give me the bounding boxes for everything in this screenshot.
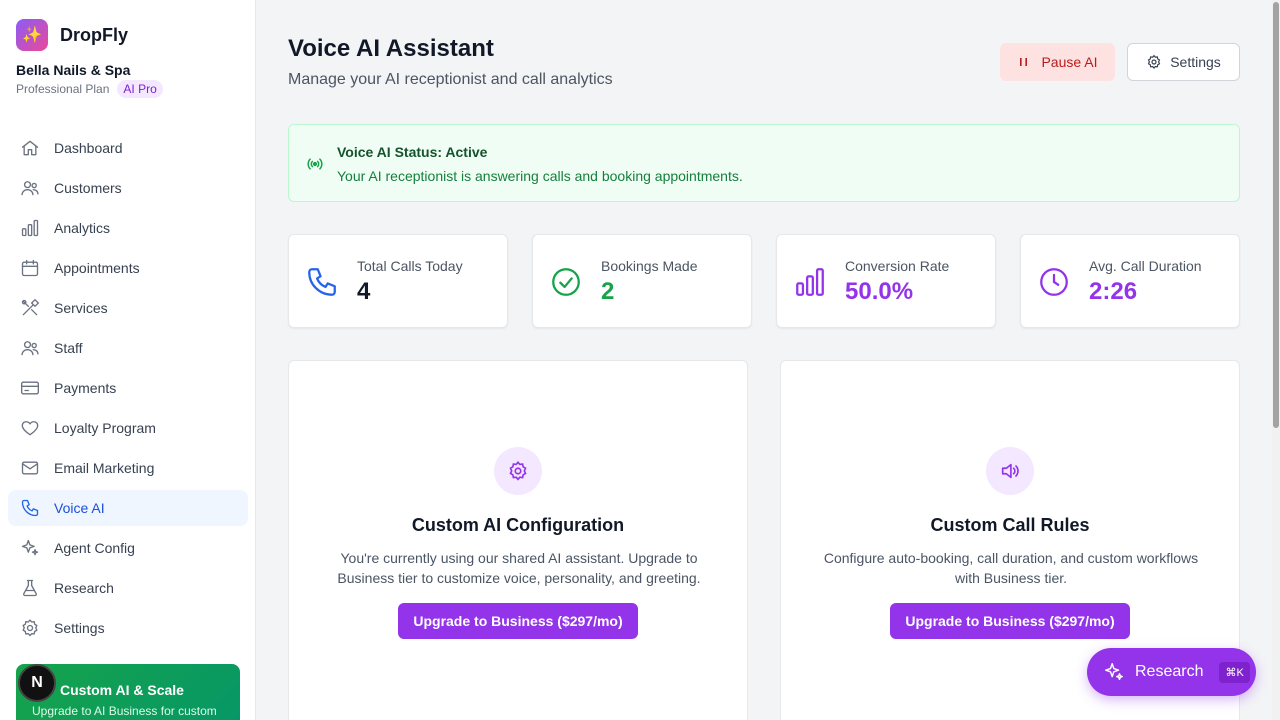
- sidebar-item-label: Settings: [54, 620, 105, 636]
- status-text: Your AI receptionist is answering calls …: [337, 168, 743, 184]
- page-title: Voice AI Assistant: [288, 35, 494, 62]
- brand-name: DropFly: [60, 24, 129, 45]
- stat-value: 2:26: [1089, 278, 1138, 305]
- sidebar-item-payments[interactable]: Payments: [8, 370, 248, 406]
- research-fab-label: Research: [1135, 663, 1204, 680]
- page-subtitle: Manage your AI receptionist and call ana…: [288, 71, 613, 88]
- pause-ai-button[interactable]: Pause AI: [1000, 43, 1115, 81]
- users-icon: [21, 341, 39, 356]
- stat-card-avg-duration: Avg. Call Duration 2:26: [1020, 234, 1240, 328]
- bar-chart-icon: [21, 219, 39, 237]
- gear-icon: [1147, 54, 1161, 69]
- tools-icon: [21, 299, 39, 316]
- stat-value: 50.0%: [845, 278, 914, 305]
- sidebar-item-voice-ai[interactable]: Voice AI: [8, 490, 248, 526]
- business-name: Bella Nails & Spa: [16, 62, 131, 78]
- sidebar-item-research[interactable]: Research: [8, 570, 248, 606]
- sidebar-item-label: Research: [54, 580, 114, 596]
- sidebar-item-label: Payments: [54, 380, 117, 396]
- broadcast-icon: [307, 158, 323, 170]
- sidebar-item-label: Analytics: [54, 220, 111, 236]
- check-circle-icon: [552, 268, 580, 296]
- calendar-icon: [21, 259, 39, 277]
- stat-label: Total Calls Today: [357, 258, 463, 274]
- stat-card-bookings: Bookings Made 2: [532, 234, 752, 328]
- sidebar-item-settings[interactable]: Settings: [8, 610, 248, 646]
- plan-row: Professional Plan AI Pro: [16, 80, 163, 98]
- gear-icon: [22, 619, 38, 637]
- page-scrollbar[interactable]: [1272, 0, 1280, 720]
- feature-description: You're currently using our shared AI ass…: [337, 550, 701, 586]
- sidebar-item-loyalty-program[interactable]: Loyalty Program: [8, 410, 248, 446]
- research-fab-button[interactable]: Research ⌘K: [1087, 648, 1256, 696]
- bar-chart-icon: [796, 268, 824, 296]
- sidebar: ✨ DropFly Bella Nails & Spa Professional…: [0, 0, 256, 720]
- sidebar-item-dashboard[interactable]: Dashboard: [8, 130, 248, 166]
- sidebar-item-email-marketing[interactable]: Email Marketing: [8, 450, 248, 486]
- pause-ai-label: Pause AI: [1041, 54, 1098, 70]
- brand[interactable]: ✨ DropFly: [16, 19, 128, 51]
- feature-card-custom-ai: Custom AI Configuration You're currently…: [288, 360, 748, 720]
- promo-text: Upgrade to AI Business for custom: [32, 704, 217, 718]
- stat-card-conversion-rate: Conversion Rate 50.0%: [776, 234, 996, 328]
- sidebar-item-customers[interactable]: Customers: [8, 170, 248, 206]
- sidebar-item-label: Email Marketing: [54, 460, 155, 476]
- gear-icon: [509, 461, 527, 481]
- feature-icon-wrap: [494, 447, 542, 495]
- speaker-icon: [1001, 463, 1019, 479]
- flask-icon: [23, 579, 37, 597]
- sidebar-item-appointments[interactable]: Appointments: [8, 250, 248, 286]
- stat-label: Conversion Rate: [845, 258, 950, 274]
- sidebar-item-services[interactable]: Services: [8, 290, 248, 326]
- stat-value: 2: [601, 278, 615, 305]
- sidebar-item-analytics[interactable]: Analytics: [8, 210, 248, 246]
- feature-title: Custom AI Configuration: [411, 515, 625, 535]
- phone-icon: [308, 268, 336, 296]
- sidebar-item-label: Services: [54, 300, 108, 316]
- stat-card-total-calls: Total Calls Today 4: [288, 234, 508, 328]
- shortcut-hint: ⌘K: [1219, 661, 1250, 683]
- credit-card-icon: [21, 381, 39, 395]
- sidebar-item-label: Loyalty Program: [54, 420, 156, 436]
- stat-label: Bookings Made: [601, 258, 698, 274]
- scrollbar-thumb[interactable]: [1273, 2, 1279, 428]
- sidebar-item-staff[interactable]: Staff: [8, 330, 248, 366]
- clock-icon: [1040, 268, 1068, 296]
- settings-label: Settings: [1170, 54, 1221, 70]
- mail-icon: [21, 461, 39, 475]
- upgrade-business-button[interactable]: Upgrade to Business ($297/mo): [398, 603, 638, 639]
- home-icon: [21, 140, 39, 156]
- sidebar-nav: Dashboard Customers Analytics Appointmen…: [8, 130, 248, 650]
- users-icon: [21, 181, 39, 196]
- sidebar-item-label: Customers: [54, 180, 122, 196]
- plan-badge: AI Pro: [117, 80, 163, 98]
- voice-ai-status-banner: Voice AI Status: Active Your AI receptio…: [288, 124, 1240, 202]
- feature-description: Configure auto-booking, call duration, a…: [823, 550, 1199, 586]
- main-content: Voice AI Assistant Manage your AI recept…: [256, 0, 1272, 720]
- pause-icon: [1020, 58, 1028, 66]
- sparkles-icon: [21, 539, 39, 556]
- promo-title: Custom AI & Scale: [60, 682, 184, 698]
- feature-title: Custom Call Rules: [930, 515, 1090, 535]
- sparkles-logo-icon: ✨: [16, 19, 48, 51]
- settings-button[interactable]: Settings: [1127, 43, 1240, 81]
- sidebar-item-label: Staff: [54, 340, 83, 356]
- upgrade-business-button[interactable]: Upgrade to Business ($297/mo): [890, 603, 1130, 639]
- sparkles-icon: [1105, 663, 1123, 681]
- sidebar-item-label: Agent Config: [54, 540, 135, 556]
- sidebar-item-agent-config[interactable]: Agent Config: [8, 530, 248, 566]
- status-title: Voice AI Status: Active: [337, 144, 488, 160]
- stat-value: 4: [357, 278, 371, 305]
- stat-label: Avg. Call Duration: [1089, 258, 1202, 274]
- plan-name: Professional Plan: [16, 82, 110, 96]
- heart-icon: [21, 421, 39, 436]
- sidebar-item-label: Appointments: [54, 260, 140, 276]
- next-dev-badge[interactable]: N: [18, 664, 56, 702]
- feature-icon-wrap: [986, 447, 1034, 495]
- phone-icon: [21, 499, 39, 517]
- sidebar-item-label: Dashboard: [54, 140, 123, 156]
- sidebar-item-label: Voice AI: [54, 500, 105, 516]
